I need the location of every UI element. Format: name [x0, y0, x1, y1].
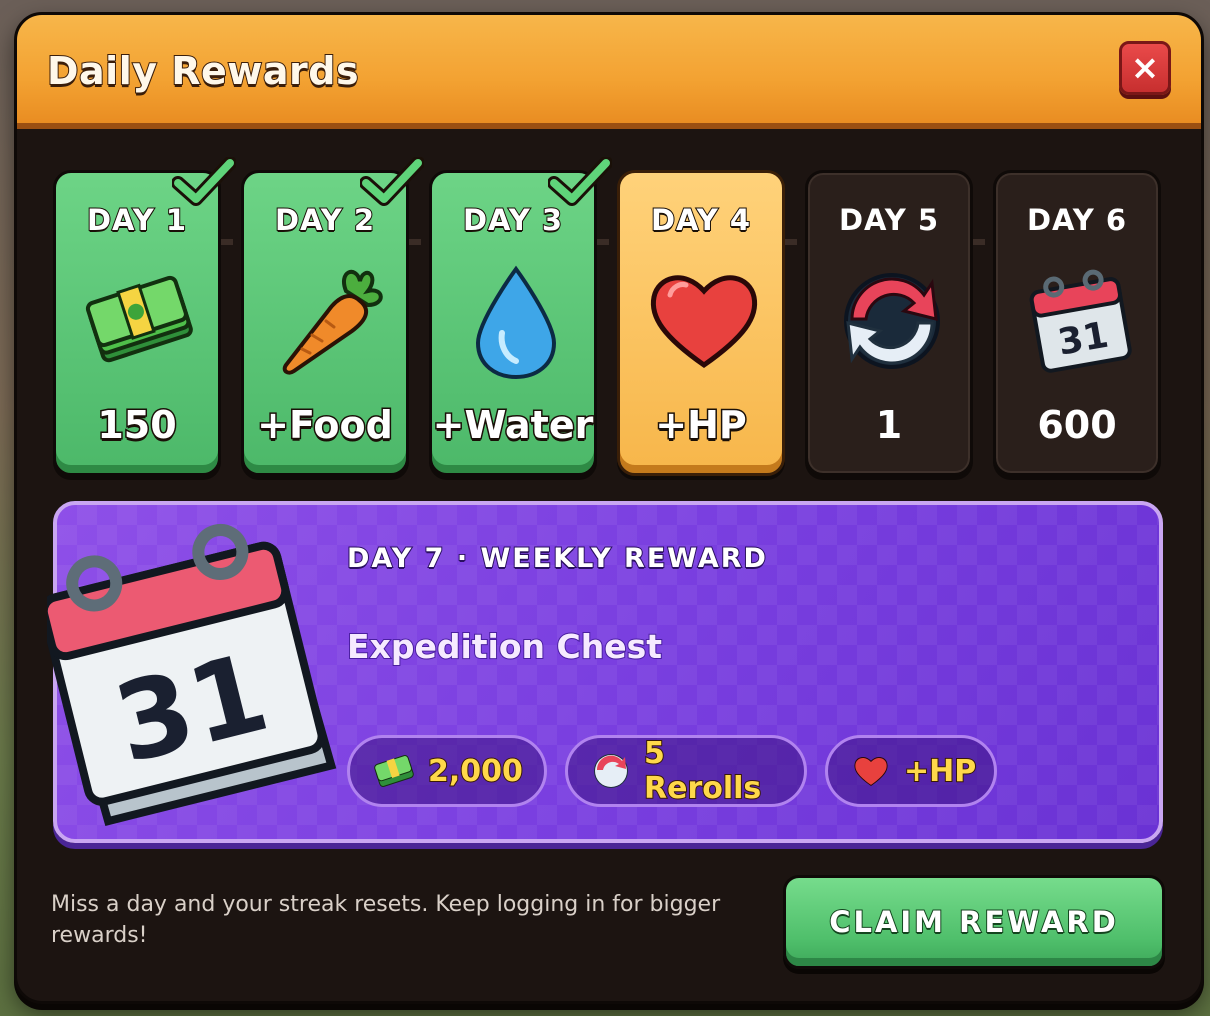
- day-value: +Food: [256, 402, 395, 449]
- day-card-1[interactable]: DAY 1 150: [53, 157, 236, 476]
- checkmark-icon: [360, 157, 424, 206]
- svg-text:31: 31: [1055, 315, 1111, 364]
- day-card-2[interactable]: DAY 2 +Food: [241, 157, 424, 476]
- reroll-icon: [844, 273, 940, 369]
- weekly-reward-hp: +HP: [825, 735, 997, 807]
- checkmark-icon: [548, 157, 612, 206]
- calendar-icon: 31: [47, 523, 337, 826]
- close-icon: ×: [1130, 48, 1160, 88]
- heart-icon: [650, 275, 758, 369]
- weekly-reward-rerolls: 5 Rerolls: [565, 735, 807, 807]
- weekly-reward-card[interactable]: 31 DAY 7 · WEEKLY REWARD Expedition Ches…: [47, 501, 1163, 843]
- day-connector: [407, 239, 421, 245]
- pill-label: 2,000: [427, 753, 524, 790]
- cash-icon: [374, 755, 414, 787]
- pill-label: 5 Rerolls: [643, 735, 762, 807]
- water-drop-icon: [475, 265, 557, 380]
- pill-label: +HP: [903, 753, 977, 790]
- day-connector: [971, 239, 985, 245]
- day-label: DAY 3: [462, 202, 563, 238]
- day-value: 600: [1037, 403, 1117, 447]
- calendar-icon: 31: [1029, 269, 1132, 373]
- day-value: +HP: [654, 402, 749, 449]
- day-label: DAY 6: [1026, 203, 1127, 237]
- cash-icon: [85, 275, 193, 363]
- dialog-header: Daily Rewards ×: [17, 15, 1201, 129]
- day-connector: [219, 239, 233, 245]
- claim-reward-button[interactable]: CLAIM REWARD: [783, 875, 1165, 969]
- day-value: 1: [875, 403, 903, 447]
- day-card-3[interactable]: DAY 3 +Water: [429, 157, 612, 476]
- day-value: +Water: [431, 402, 595, 449]
- reroll-icon: [594, 754, 628, 788]
- day-card-4[interactable]: DAY 4 +HP: [617, 170, 785, 476]
- daily-rewards-dialog: Daily Rewards × DAY 1 150 DAY 2 +Food DA…: [14, 12, 1204, 1004]
- day-label: DAY 2: [274, 202, 375, 238]
- streak-note: Miss a day and your streak resets. Keep …: [51, 892, 721, 948]
- carrot-icon: [282, 269, 383, 375]
- weekly-reward-name: Expedition Chest: [346, 626, 663, 667]
- day-card-5[interactable]: DAY 5 1: [805, 170, 973, 476]
- day-label: DAY 4: [650, 202, 751, 238]
- weekly-reward-kicker: DAY 7 · WEEKLY REWARD: [346, 542, 768, 575]
- day-label: DAY 5: [838, 203, 939, 237]
- day-card-6[interactable]: DAY 6 31 600: [993, 170, 1161, 476]
- day-rewards-row: DAY 1 150 DAY 2 +Food DAY 3 +Water DAY 4…: [53, 157, 1165, 482]
- day-label: DAY 1: [86, 202, 187, 238]
- day-connector: [595, 239, 609, 245]
- heart-icon: [854, 757, 888, 787]
- close-button[interactable]: ×: [1119, 41, 1171, 95]
- day-connector: [783, 239, 797, 245]
- weekly-reward-cash: 2,000: [347, 735, 547, 807]
- day-value: 150: [96, 402, 178, 449]
- dialog-title: Daily Rewards: [46, 48, 360, 94]
- checkmark-icon: [172, 157, 236, 206]
